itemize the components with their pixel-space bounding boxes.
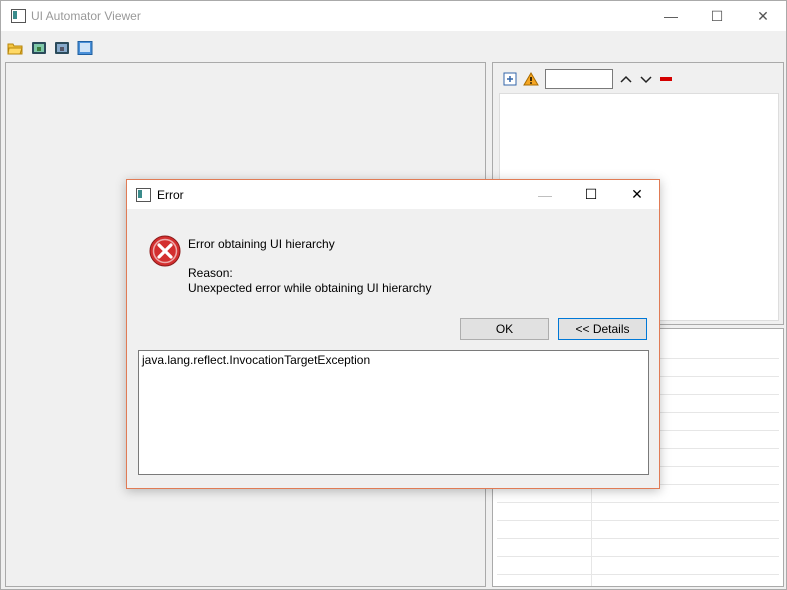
dialog-close-button[interactable]: ✕ xyxy=(614,180,660,209)
save-icon[interactable] xyxy=(77,41,93,55)
minimize-icon: — xyxy=(538,186,552,203)
clear-icon[interactable] xyxy=(659,72,673,86)
app-icon xyxy=(11,9,26,23)
device-screenshot-compressed-icon[interactable] xyxy=(54,41,70,55)
table-row[interactable] xyxy=(497,539,779,557)
minimize-button[interactable]: — xyxy=(648,1,694,31)
reason-text: Unexpected error while obtaining UI hier… xyxy=(188,281,432,295)
reason-label: Reason: xyxy=(188,266,233,280)
previous-icon[interactable] xyxy=(619,72,633,86)
next-icon[interactable] xyxy=(639,72,653,86)
minimize-icon: — xyxy=(664,8,678,24)
warning-icon[interactable] xyxy=(523,72,539,86)
dialog-minimize-button[interactable]: — xyxy=(522,180,568,209)
dialog-maximize-button[interactable]: ☐ xyxy=(568,180,614,209)
search-input[interactable] xyxy=(545,69,613,89)
hierarchy-toolbar xyxy=(503,68,673,90)
main-toolbar xyxy=(1,32,786,60)
expand-all-icon[interactable] xyxy=(503,72,517,86)
table-row[interactable] xyxy=(497,521,779,539)
error-dialog: Error — ☐ ✕ Error obtaining UI hierarchy… xyxy=(126,179,660,489)
close-icon: ✕ xyxy=(631,186,643,202)
details-toggle-button[interactable]: << Details xyxy=(558,318,647,340)
ok-button[interactable]: OK xyxy=(460,318,549,340)
error-message-title: Error obtaining UI hierarchy xyxy=(188,237,335,251)
table-row[interactable] xyxy=(497,503,779,521)
maximize-icon: ☐ xyxy=(584,186,598,202)
details-text-area[interactable]: java.lang.reflect.InvocationTargetExcept… xyxy=(138,350,649,475)
dialog-title-bar[interactable]: Error — ☐ ✕ xyxy=(127,180,659,209)
dialog-title: Error xyxy=(157,188,184,202)
maximize-icon: ☐ xyxy=(710,7,724,24)
window-title: UI Automator Viewer xyxy=(31,9,141,23)
error-icon xyxy=(149,235,181,267)
dialog-app-icon xyxy=(136,188,151,202)
table-row[interactable] xyxy=(497,557,779,575)
maximize-button[interactable]: ☐ xyxy=(694,1,740,31)
device-screenshot-icon[interactable] xyxy=(31,41,47,55)
close-button[interactable]: ✕ xyxy=(740,1,786,31)
close-icon: ✕ xyxy=(757,7,769,24)
open-folder-icon[interactable] xyxy=(7,41,23,55)
title-bar[interactable]: UI Automator Viewer — ☐ ✕ xyxy=(1,1,786,31)
